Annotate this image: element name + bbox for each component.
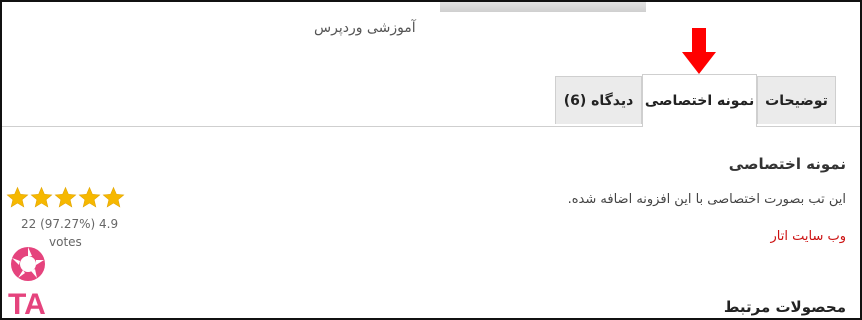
star-icon[interactable] [78, 186, 101, 209]
product-image-bottom-edge [440, 2, 646, 12]
logo-text: TA [8, 288, 46, 316]
star-icon[interactable] [102, 186, 125, 209]
related-products-heading: محصولات مرتبط [723, 298, 846, 316]
panel-heading: نمونه اختصاصی [728, 155, 846, 173]
tab-custom-sample[interactable]: نمونه اختصاصی [642, 74, 757, 127]
website-link[interactable]: وب سایت اتار [771, 229, 847, 244]
tab-reviews[interactable]: دیدگاه (6) [555, 76, 642, 124]
product-title: آموزشی وردپرس [314, 20, 416, 36]
star-icon[interactable] [54, 186, 77, 209]
rating-summary: 22 (97.27%) 4.9 [21, 217, 119, 231]
panel-text: این تب بصورت اختصاصی با این افزونه اضافه… [567, 192, 846, 207]
tab-description[interactable]: توضیحات [757, 76, 836, 124]
star-icon[interactable] [30, 186, 53, 209]
tabs-divider [2, 126, 642, 127]
arrow-down-icon [682, 28, 716, 74]
camera-aperture-icon [11, 247, 45, 281]
star-icon[interactable] [6, 186, 29, 209]
tabs-divider-right [757, 126, 860, 127]
page-frame: آموزشی وردپرس دیدگاه (6) نمونه اختصاصی ت… [0, 0, 862, 320]
rating-stars[interactable] [6, 186, 125, 209]
site-logo: TA [8, 247, 46, 316]
